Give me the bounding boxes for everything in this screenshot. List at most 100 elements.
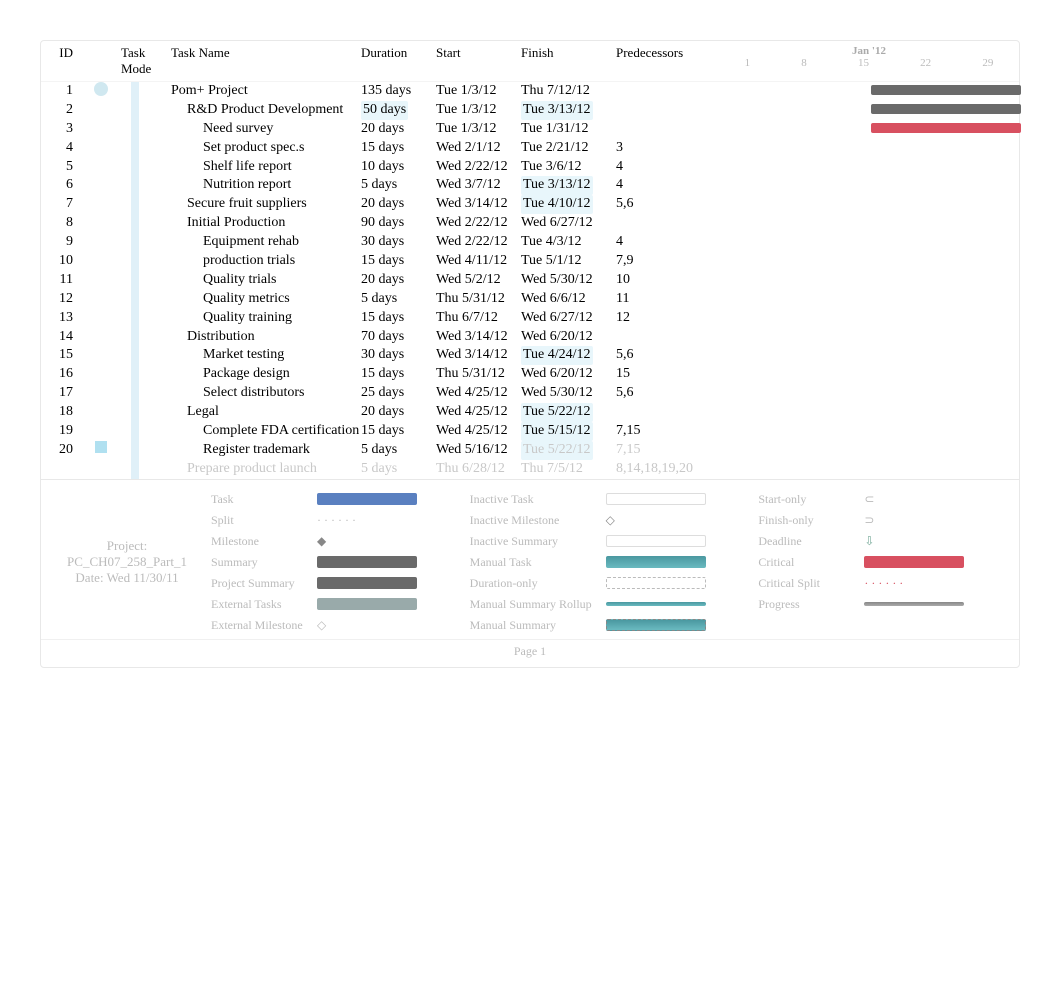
row-duration[interactable]: 15 days (361, 365, 436, 384)
row-start[interactable]: Thu 5/31/12 (436, 365, 521, 384)
task-row[interactable]: Prepare product launch5 daysThu 6/28/12T… (41, 460, 1019, 479)
row-duration[interactable]: 10 days (361, 158, 436, 177)
task-row[interactable]: 18Legal20 daysWed 4/25/12Tue 5/22/12 (41, 403, 1019, 422)
row-task-name[interactable]: Set product spec.s (171, 139, 361, 158)
row-task-name[interactable]: Complete FDA certification (171, 422, 361, 441)
row-finish[interactable]: Wed 6/27/12 (521, 309, 616, 328)
row-start[interactable]: Wed 4/25/12 (436, 403, 521, 422)
row-task-name[interactable]: Nutrition report (171, 176, 361, 195)
row-finish[interactable]: Tue 5/15/12 (521, 422, 616, 441)
row-duration[interactable]: 15 days (361, 252, 436, 271)
row-predecessors[interactable]: 3 (616, 139, 711, 158)
row-duration[interactable]: 15 days (361, 422, 436, 441)
row-start[interactable]: Wed 2/1/12 (436, 139, 521, 158)
row-start[interactable]: Wed 2/22/12 (436, 214, 521, 233)
row-predecessors[interactable]: 5,6 (616, 384, 711, 403)
row-finish[interactable]: Tue 5/22/12 (521, 441, 616, 460)
row-predecessors[interactable]: 11 (616, 290, 711, 309)
row-predecessors[interactable]: 7,15 (616, 422, 711, 441)
row-predecessors[interactable]: 5,6 (616, 195, 711, 214)
row-duration[interactable]: 5 days (361, 441, 436, 460)
row-task-name[interactable]: Equipment rehab (171, 233, 361, 252)
row-predecessors[interactable]: 12 (616, 309, 711, 328)
row-duration[interactable]: 5 days (361, 176, 436, 195)
row-finish[interactable]: Wed 5/30/12 (521, 271, 616, 290)
task-row[interactable]: 13Quality training15 daysThu 6/7/12Wed 6… (41, 309, 1019, 328)
row-duration[interactable]: 30 days (361, 346, 436, 365)
row-start[interactable]: Thu 6/28/12 (436, 460, 521, 479)
task-row[interactable]: 1Pom+ Project135 daysTue 1/3/12Thu 7/12/… (41, 82, 1019, 101)
row-predecessors[interactable]: 10 (616, 271, 711, 290)
row-duration[interactable]: 30 days (361, 233, 436, 252)
task-row[interactable]: 4Set product spec.s15 daysWed 2/1/12Tue … (41, 139, 1019, 158)
row-finish[interactable]: Tue 4/10/12 (521, 195, 616, 214)
row-task-name[interactable]: Package design (171, 365, 361, 384)
row-task-name[interactable]: Pom+ Project (171, 82, 361, 101)
row-finish[interactable]: Wed 6/6/12 (521, 290, 616, 309)
task-row[interactable]: 6Nutrition report5 daysWed 3/7/12Tue 3/1… (41, 176, 1019, 195)
row-finish[interactable]: Wed 6/20/12 (521, 365, 616, 384)
row-finish[interactable]: Wed 5/30/12 (521, 384, 616, 403)
task-row[interactable]: 19Complete FDA certification15 daysWed 4… (41, 422, 1019, 441)
row-predecessors[interactable]: 4 (616, 176, 711, 195)
row-start[interactable]: Wed 4/25/12 (436, 422, 521, 441)
col-duration[interactable]: Duration (361, 45, 436, 77)
row-duration[interactable]: 90 days (361, 214, 436, 233)
task-row[interactable]: 16Package design15 daysThu 5/31/12Wed 6/… (41, 365, 1019, 384)
row-start[interactable]: Tue 1/3/12 (436, 82, 521, 101)
row-task-name[interactable]: Initial Production (171, 214, 361, 233)
row-start[interactable]: Tue 1/3/12 (436, 101, 521, 120)
row-predecessors[interactable]: 8,14,18,19,20 (616, 460, 711, 479)
col-indicator[interactable] (81, 45, 121, 77)
row-start[interactable]: Wed 3/14/12 (436, 346, 521, 365)
row-duration[interactable]: 20 days (361, 195, 436, 214)
row-start[interactable]: Wed 4/11/12 (436, 252, 521, 271)
row-task-name[interactable]: Quality training (171, 309, 361, 328)
row-duration[interactable]: 50 days (361, 101, 436, 120)
row-task-name[interactable]: Select distributors (171, 384, 361, 403)
row-finish[interactable]: Tue 5/22/12 (521, 403, 616, 422)
row-start[interactable]: Wed 5/2/12 (436, 271, 521, 290)
row-task-name[interactable]: Shelf life report (171, 158, 361, 177)
row-finish[interactable]: Tue 4/3/12 (521, 233, 616, 252)
task-row[interactable]: 14Distribution70 daysWed 3/14/12Wed 6/20… (41, 328, 1019, 347)
row-start[interactable]: Tue 1/3/12 (436, 120, 521, 139)
row-predecessors[interactable]: 7,9 (616, 252, 711, 271)
task-row[interactable]: 7Secure fruit suppliers20 daysWed 3/14/1… (41, 195, 1019, 214)
row-duration[interactable]: 20 days (361, 403, 436, 422)
row-task-name[interactable]: Distribution (171, 328, 361, 347)
row-predecessors[interactable]: 5,6 (616, 346, 711, 365)
row-duration[interactable]: 135 days (361, 82, 436, 101)
task-row[interactable]: 11Quality trials20 daysWed 5/2/12Wed 5/3… (41, 271, 1019, 290)
task-row[interactable]: 8Initial Production90 daysWed 2/22/12Wed… (41, 214, 1019, 233)
row-finish[interactable]: Tue 1/31/12 (521, 120, 616, 139)
row-duration[interactable]: 5 days (361, 460, 436, 479)
row-predecessors[interactable]: 4 (616, 158, 711, 177)
row-finish[interactable]: Tue 3/6/12 (521, 158, 616, 177)
row-task-name[interactable]: Quality trials (171, 271, 361, 290)
row-duration[interactable]: 15 days (361, 139, 436, 158)
row-start[interactable]: Wed 5/16/12 (436, 441, 521, 460)
row-finish[interactable]: Tue 3/13/12 (521, 101, 616, 120)
row-predecessors[interactable]: 7,15 (616, 441, 711, 460)
row-task-name[interactable]: R&D Product Development (171, 101, 361, 120)
col-id[interactable]: ID (41, 45, 81, 77)
col-task-mode[interactable]: Task Mode (121, 45, 171, 77)
row-finish[interactable]: Tue 5/1/12 (521, 252, 616, 271)
task-row[interactable]: 20Register trademark5 daysWed 5/16/12Tue… (41, 441, 1019, 460)
row-duration[interactable]: 15 days (361, 309, 436, 328)
row-task-name[interactable]: Secure fruit suppliers (171, 195, 361, 214)
col-task-name[interactable]: Task Name (171, 45, 361, 77)
col-predecessors[interactable]: Predecessors (616, 45, 711, 77)
row-start[interactable]: Wed 3/14/12 (436, 328, 521, 347)
row-finish[interactable]: Wed 6/27/12 (521, 214, 616, 233)
row-finish[interactable]: Tue 4/24/12 (521, 346, 616, 365)
row-task-name[interactable]: Prepare product launch (171, 460, 361, 479)
task-row[interactable]: 10production trials15 daysWed 4/11/12Tue… (41, 252, 1019, 271)
gantt-bar[interactable] (871, 104, 1021, 114)
task-row[interactable]: 3Need survey20 daysTue 1/3/12Tue 1/31/12 (41, 120, 1019, 139)
row-start[interactable]: Wed 2/22/12 (436, 158, 521, 177)
row-start[interactable]: Thu 6/7/12 (436, 309, 521, 328)
row-finish[interactable]: Thu 7/5/12 (521, 460, 616, 479)
row-task-name[interactable]: production trials (171, 252, 361, 271)
